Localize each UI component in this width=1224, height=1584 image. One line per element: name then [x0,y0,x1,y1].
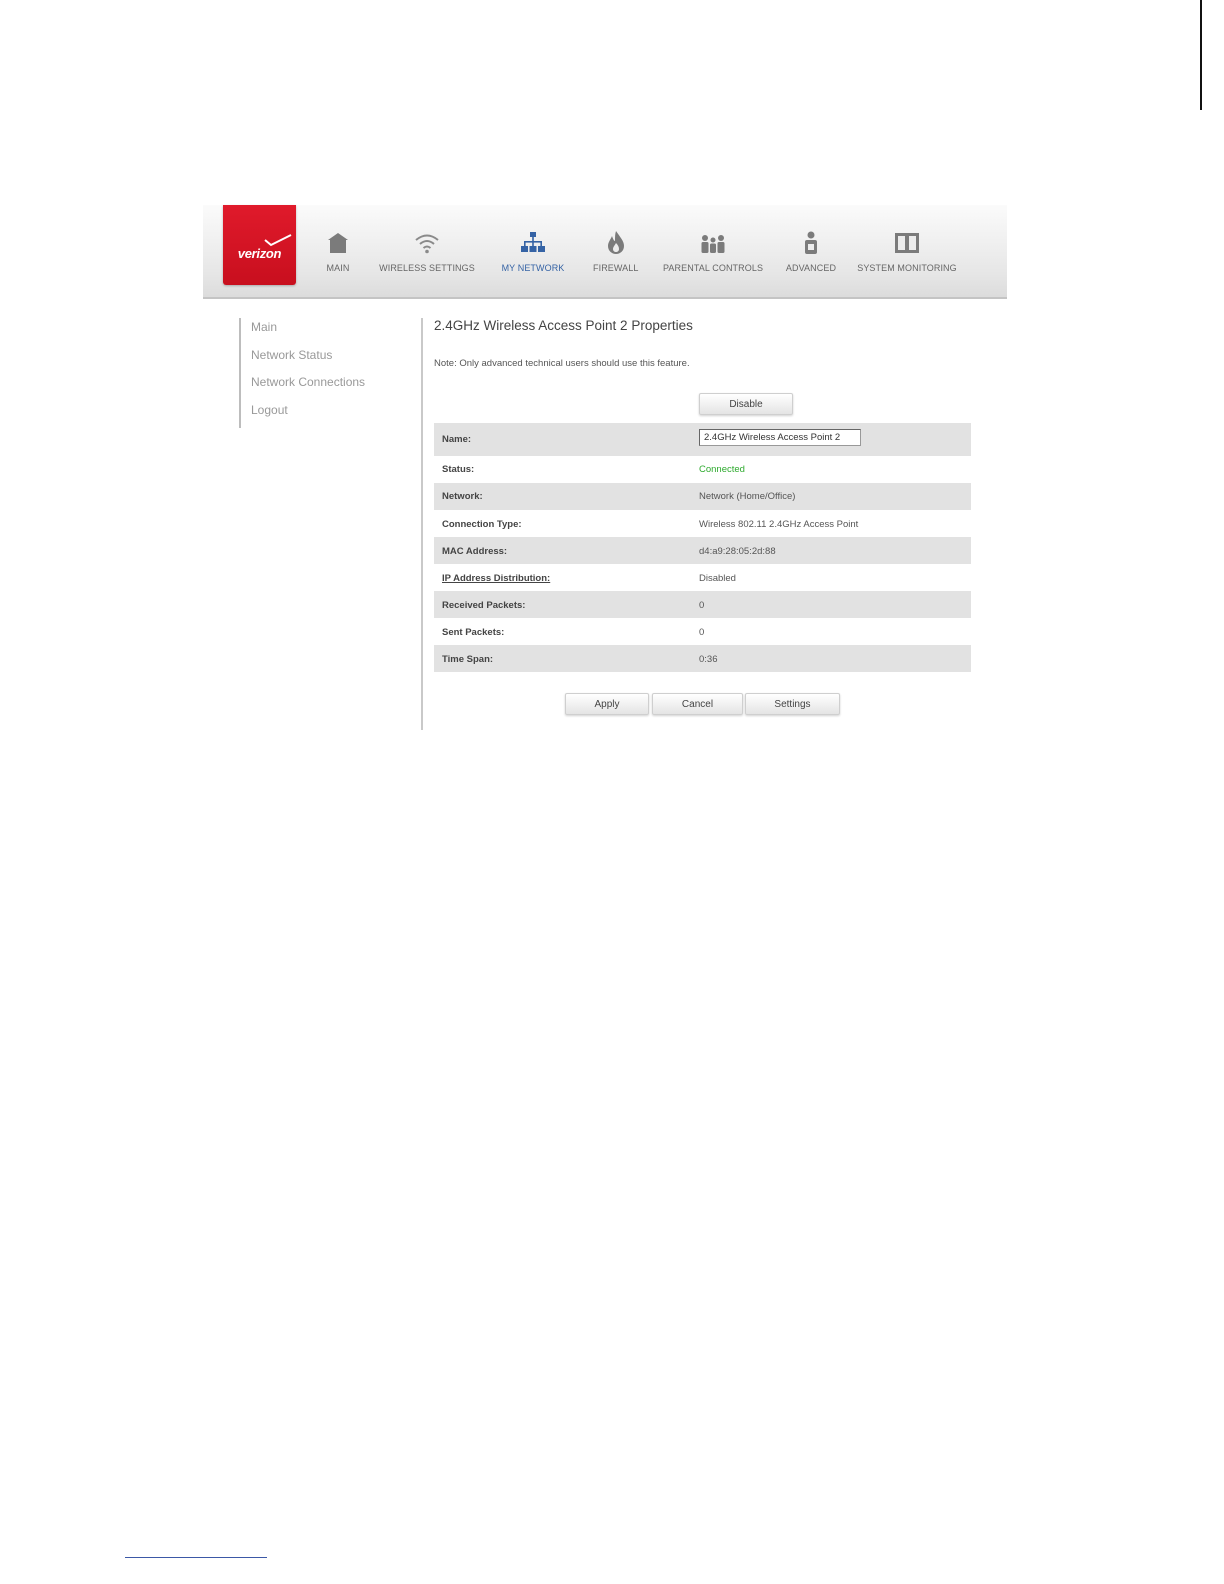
top-navigation-bar: verizon MAIN WIRELESS SETTINGS MY NETWOR… [203,205,1007,299]
table-row-connection-type: Connection Type: Wireless 802.11 2.4GHz … [434,510,971,537]
status-label: Status: [442,464,475,475]
nav-label-firewall: FIREWALL [593,263,639,273]
table-row-mac-address: MAC Address: d4:a9:28:05:2d:88 [434,537,971,564]
router-admin-window: verizon MAIN WIRELESS SETTINGS MY NETWOR… [203,205,1007,730]
sent-packets-label: Sent Packets: [442,627,505,638]
logo-wordmark: verizon [237,246,282,261]
received-packets-value: 0 [699,600,705,611]
flame-icon [607,231,624,254]
nav-label-advanced: ADVANCED [785,263,837,273]
ip-distribution-value: Disabled [699,573,736,584]
wifi-icon [415,234,439,254]
nav-item-advanced[interactable]: ADVANCED [785,229,837,273]
connection-type-label: Connection Type: [442,519,522,530]
time-span-value: 0:36 [699,654,718,665]
home-icon [328,233,348,253]
mac-address-value: d4:a9:28:05:2d:88 [699,546,776,557]
family-icon [701,235,725,253]
table-row-network: Network: Network (Home/Office) [434,483,971,510]
nav-item-main[interactable]: MAIN [324,229,352,273]
name-input[interactable] [699,429,861,446]
nav-item-wireless-settings[interactable]: WIRELESS SETTINGS [379,229,475,273]
sidebar-menu: Main Network Status Network Connections … [239,318,371,428]
network-icon [521,232,545,252]
sidebar-item-logout[interactable]: Logout [251,403,288,417]
table-row-sent-packets: Sent Packets: 0 [434,618,971,645]
disable-button[interactable]: Disable [699,393,793,415]
checkmark-icon [264,234,292,247]
table-row-status: Status: Connected [434,456,971,483]
nav-label-my-network: MY NETWORK [501,263,565,273]
connection-type-value: Wireless 802.11 2.4GHz Access Point [699,519,859,530]
nav-label-parental-controls: PARENTAL CONTROLS [663,263,764,273]
nav-item-parental-controls[interactable]: PARENTAL CONTROLS [663,229,763,273]
cancel-button[interactable]: Cancel [652,693,743,715]
time-span-label: Time Span: [442,654,494,665]
network-value: Network (Home/Office) [699,491,796,502]
advanced-user-note: Note: Only advanced technical users shou… [434,358,690,369]
table-row-name: Name: [434,423,971,456]
settings-button[interactable]: Settings [745,693,840,715]
footnote-rule [125,1557,267,1558]
monitor-icon [895,233,919,253]
name-label: Name: [442,434,472,445]
page-title: 2.4GHz Wireless Access Point 2 Propertie… [434,318,693,333]
nav-item-firewall[interactable]: FIREWALL [593,229,638,273]
page-edge-line [1200,0,1202,110]
network-label: Network: [442,491,483,502]
nav-item-system-monitoring[interactable]: SYSTEM MONITORING [857,229,957,273]
table-row-ip-distribution: IP Address Distribution: Disabled [434,564,971,591]
nav-label-system-monitoring: SYSTEM MONITORING [857,263,957,273]
status-value: Connected [699,464,745,475]
sidebar-item-main[interactable]: Main [251,320,277,334]
nav-label-wireless-settings: WIRELESS SETTINGS [379,263,475,273]
received-packets-label: Received Packets: [442,600,526,611]
sent-packets-value: 0 [699,627,705,638]
ip-distribution-link[interactable]: IP Address Distribution: [442,573,550,584]
apply-button[interactable]: Apply [565,693,649,715]
sidebar-item-network-status[interactable]: Network Status [251,348,332,362]
nav-label-main: MAIN [326,263,350,273]
sidebar-item-network-connections[interactable]: Network Connections [251,375,365,389]
advanced-user-icon [805,231,817,254]
table-row-received-packets: Received Packets: 0 [434,591,971,618]
content-divider [421,318,423,730]
verizon-logo[interactable]: verizon [223,205,296,285]
table-row-time-span: Time Span: 0:36 [434,645,971,672]
mac-address-label: MAC Address: [442,546,508,557]
nav-item-my-network[interactable]: MY NETWORK [501,229,565,273]
